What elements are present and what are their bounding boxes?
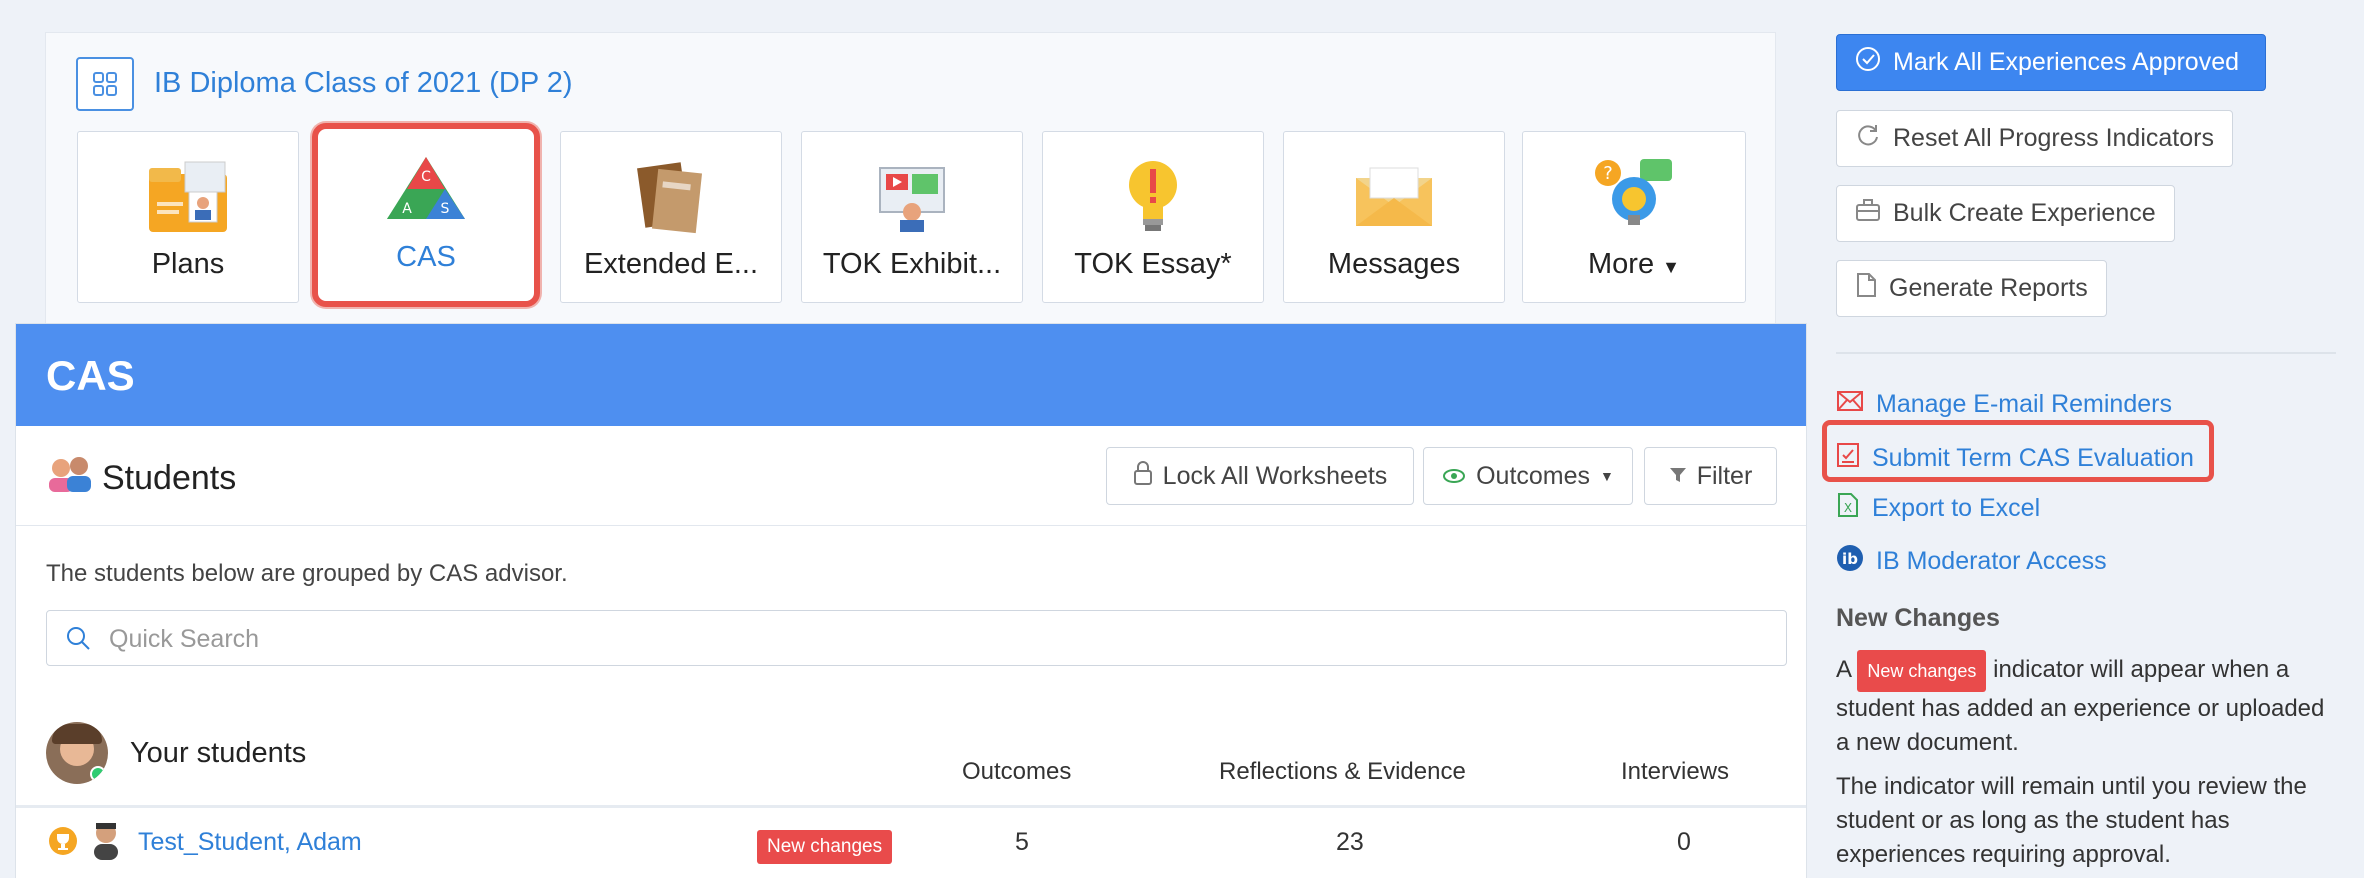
outcomes-value: 5: [1015, 828, 1029, 856]
new-changes-badge: New changes: [757, 830, 893, 864]
filter-label: Filter: [1696, 461, 1753, 490]
class-card: IB Diploma Class of 2021 (DP 2) Plans C …: [45, 32, 1776, 327]
svg-text:X: X: [1844, 501, 1852, 515]
link-label: Submit Term CAS Evaluation: [1872, 444, 2194, 472]
your-students-group: Your students: [46, 722, 306, 784]
export-to-excel-link[interactable]: X Export to Excel: [1836, 492, 2040, 525]
column-interviews: Interviews: [1621, 758, 1730, 785]
column-outcomes: Outcomes: [962, 758, 1072, 785]
eye-icon: [1442, 462, 1466, 491]
students-heading: Students: [46, 454, 236, 503]
checklist-icon: [1836, 442, 1860, 475]
tile-label: TOK Essay*: [1074, 248, 1232, 280]
tile-extended-essay[interactable]: Extended E...: [560, 131, 782, 303]
svg-text:C: C: [421, 169, 431, 185]
bulk-create-label: Bulk Create Experience: [1893, 199, 2156, 227]
students-title: Students: [102, 459, 237, 497]
outcomes-label: Outcomes: [1476, 461, 1591, 490]
new-changes-description: A New changes indicator will appear when…: [1836, 650, 2336, 760]
tile-label: Messages: [1327, 248, 1461, 280]
mark-all-approved-button[interactable]: Mark All Experiences Approved: [1836, 34, 2266, 91]
manage-email-reminders-link[interactable]: Manage E-mail Reminders: [1836, 390, 2172, 419]
cas-header: CAS: [16, 324, 1806, 426]
sidebar-divider: [1836, 352, 2336, 354]
more-label: More: [1588, 248, 1655, 280]
link-label: IB Moderator Access: [1876, 547, 2107, 575]
svg-text:S: S: [441, 201, 450, 217]
envelope-icon: [1836, 390, 1864, 419]
search-input[interactable]: [109, 621, 1709, 657]
cas-panel: CAS Students Lock All Worksheets Outcome…: [15, 323, 1807, 878]
tile-label: Plans: [151, 248, 225, 280]
submit-term-cas-evaluation-link[interactable]: Submit Term CAS Evaluation: [1836, 442, 2194, 475]
briefcase-icon: [1855, 198, 1881, 229]
search-icon: [65, 625, 91, 656]
presentation-icon: [802, 152, 1022, 242]
tile-tok-essay[interactable]: TOK Essay*: [1042, 131, 1264, 303]
new-changes-badge-wrap: New changes: [757, 830, 893, 864]
excel-icon: X: [1836, 492, 1860, 525]
books-icon: [561, 152, 781, 242]
reset-progress-button[interactable]: Reset All Progress Indicators: [1836, 110, 2233, 167]
help-bulb-icon: ?: [1523, 152, 1745, 242]
students-icon: [46, 454, 94, 503]
quick-search-box[interactable]: [46, 610, 1787, 666]
grid-icon: [93, 72, 117, 96]
caret-down-icon: ▼: [1600, 468, 1614, 484]
tile-plans[interactable]: Plans: [77, 131, 299, 303]
tile-more[interactable]: ? More ▼: [1522, 131, 1746, 303]
lightbulb-icon: [1043, 152, 1263, 242]
grouped-description: The students below are grouped by CAS ad…: [46, 560, 568, 587]
trophy-icon: [48, 826, 78, 863]
new-changes-badge: New changes: [1857, 650, 1987, 692]
para-prefix: A: [1836, 656, 1851, 683]
tile-label: TOK Exhibit...: [822, 248, 1002, 280]
ib-moderator-access-link[interactable]: ib IB Moderator Access: [1836, 544, 2107, 579]
column-reflections: Reflections & Evidence: [1219, 758, 1466, 785]
svg-text:ib: ib: [1842, 550, 1858, 568]
your-students-label: Your students: [130, 736, 307, 769]
filter-icon: [1669, 462, 1687, 491]
outcomes-dropdown[interactable]: Outcomes ▼: [1423, 447, 1633, 505]
link-label: Manage E-mail Reminders: [1876, 390, 2172, 418]
lock-icon: [1133, 460, 1153, 493]
tile-label: More ▼: [1523, 248, 1745, 281]
tile-label: CAS: [396, 241, 456, 273]
filter-button[interactable]: Filter: [1644, 447, 1777, 505]
link-label: Export to Excel: [1872, 494, 2041, 522]
tile-tok-exhibition[interactable]: TOK Exhibit...: [801, 131, 1023, 303]
tile-label: Extended E...: [583, 248, 759, 280]
student-name-link[interactable]: Test_Student, Adam: [138, 828, 362, 857]
avatar: [46, 722, 108, 784]
class-title[interactable]: IB Diploma Class of 2021 (DP 2): [154, 67, 573, 100]
check-circle-icon: [1855, 46, 1881, 79]
caret-down-icon: ▼: [1662, 257, 1680, 277]
lock-all-worksheets-button[interactable]: Lock All Worksheets: [1106, 447, 1414, 505]
ib-logo-icon: ib: [1836, 544, 1864, 579]
tile-messages[interactable]: Messages: [1283, 131, 1505, 303]
cas-triangle-icon: C A S: [318, 143, 534, 233]
students-toolbar: Students Lock All Worksheets Outcomes ▼ …: [16, 426, 1806, 526]
reset-label: Reset All Progress Indicators: [1893, 124, 2214, 152]
svg-text:A: A: [402, 201, 412, 217]
generate-reports-button[interactable]: Generate Reports: [1836, 260, 2107, 317]
refresh-icon: [1855, 122, 1881, 155]
grid-menu-button[interactable]: [76, 57, 134, 111]
reflections-value: 23: [1336, 828, 1364, 856]
interviews-value: 0: [1677, 828, 1691, 856]
generate-reports-label: Generate Reports: [1889, 274, 2088, 302]
table-divider: [16, 805, 1806, 808]
envelope-icon: [1284, 152, 1504, 242]
student-avatar: [88, 820, 124, 867]
bulk-create-button[interactable]: Bulk Create Experience: [1836, 185, 2175, 242]
indicator-description: The indicator will remain until you revi…: [1836, 773, 2307, 868]
svg-text:?: ?: [1603, 163, 1613, 184]
pdf-file-icon: [1855, 272, 1877, 305]
folder-icon: [78, 152, 298, 242]
lock-label: Lock All Worksheets: [1162, 461, 1388, 490]
new-changes-heading: New Changes: [1836, 604, 2000, 632]
mark-all-label: Mark All Experiences Approved: [1893, 48, 2240, 76]
tile-cas[interactable]: C A S CAS: [312, 123, 540, 307]
